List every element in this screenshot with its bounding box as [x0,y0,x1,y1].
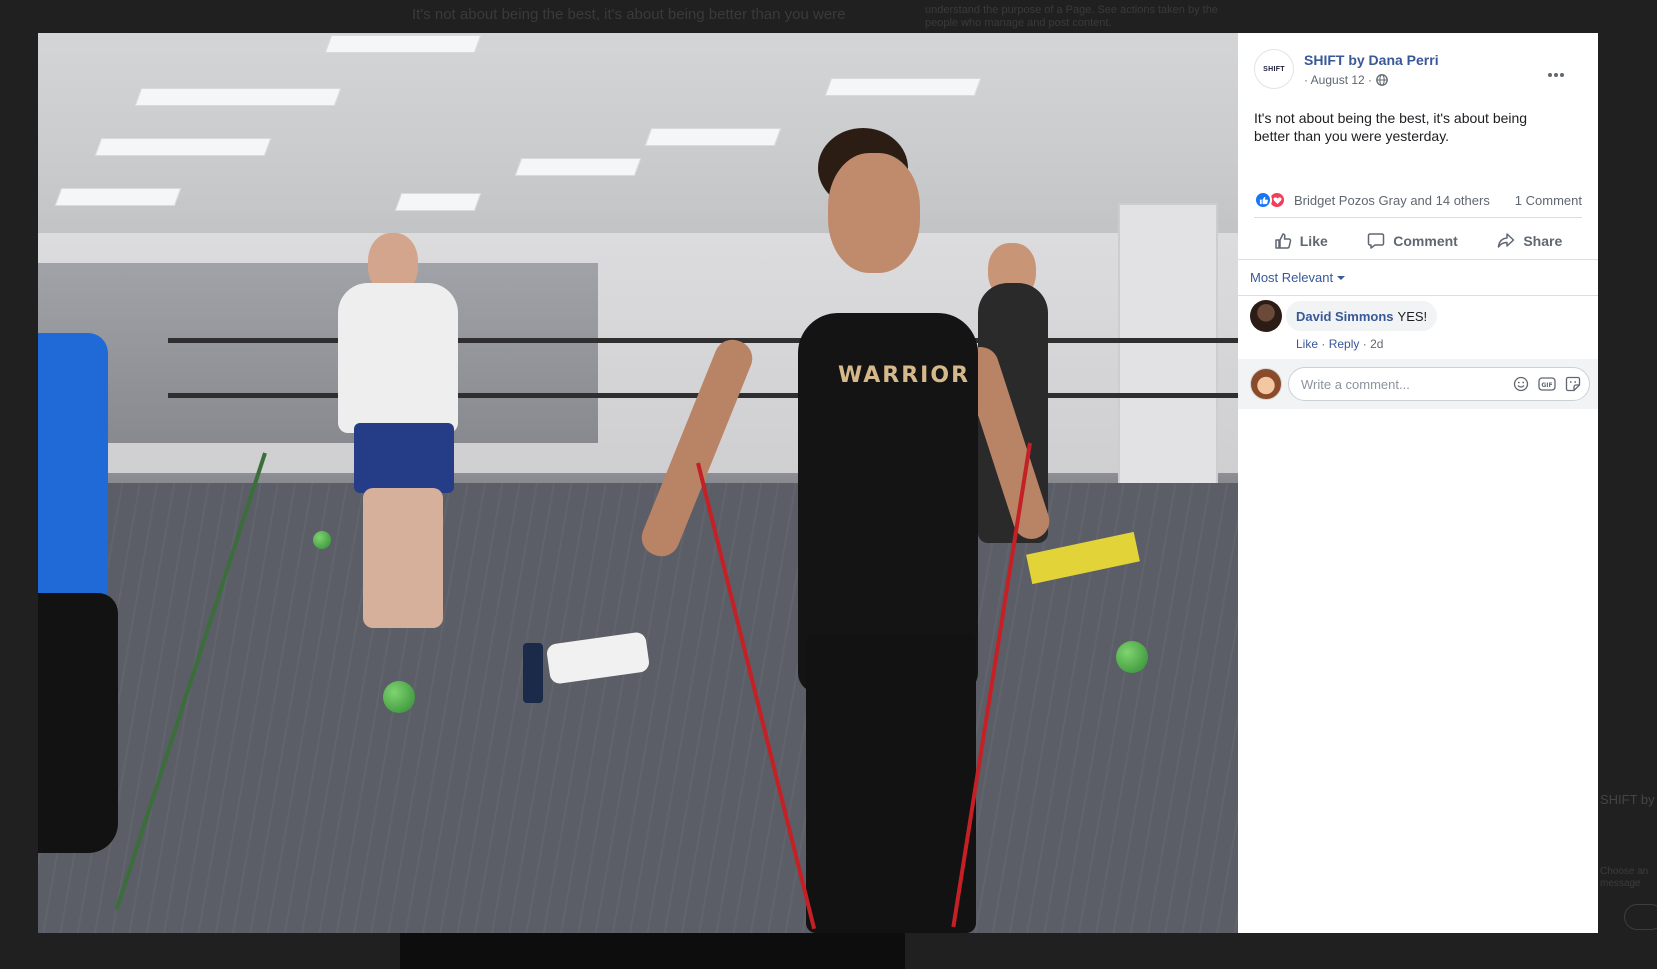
background-right-small: Choose an message [1600,866,1649,889]
background-right-text: SHIFT by [1600,792,1655,807]
page-name-link[interactable]: SHIFT by Dana Perri [1304,52,1439,68]
photo-light [644,128,782,146]
like-label: Like [1299,233,1328,249]
like-button[interactable]: Like [1268,225,1334,257]
divider [1238,295,1598,296]
background-right-button [1624,904,1657,930]
photo-light [54,188,182,206]
photo-light [394,193,482,211]
share-button[interactable]: Share [1491,225,1568,257]
post-actions: Like Comment Share [1254,223,1582,259]
photo-water-bottle [523,643,543,703]
sticker-icon[interactable] [1564,376,1582,392]
photo-shirt-text: WARRIOR [838,363,971,388]
reaction-icons[interactable] [1254,191,1290,209]
photo-man-shirt [338,283,458,433]
comment-reply-link[interactable]: Reply [1329,337,1360,351]
commenter-name-link[interactable]: David Simmons [1296,309,1394,324]
comment-actions: Like · Reply · 2d [1296,337,1384,351]
photo-person-left-legs [38,593,118,853]
background-caption: It's not about being the best, it's abou… [412,6,846,23]
reactors-text[interactable]: Bridget Pozos Gray and 14 others [1294,193,1490,208]
gif-icon[interactable]: GIF [1538,376,1556,392]
background-image-strip [400,933,905,969]
photo-person-left [38,333,108,603]
photo-light [514,158,642,176]
photo-medicine-ball [383,681,415,713]
photo-light [324,35,482,53]
background-info-text: understand the purpose of a Page. See ac… [925,4,1218,29]
composer-icons: GIF [1512,376,1582,392]
post-photo[interactable]: WARRIOR [38,33,1238,933]
comment-text: YES! [1397,308,1428,324]
post-sidebar: SHIFT SHIFT by Dana Perri · August 12 · … [1238,33,1598,933]
photo-man-legs [363,488,443,628]
share-label: Share [1523,233,1563,249]
thumbs-up-icon [1275,233,1292,249]
comment-button[interactable]: Comment [1361,225,1464,257]
post-text: It's not about being the best, it's abou… [1254,110,1528,144]
speech-bubble-icon [1368,233,1385,249]
current-user-avatar [1250,368,1282,400]
reactions-summary: Bridget Pozos Gray and 14 others 1 Comme… [1254,190,1582,210]
post-header: SHIFT SHIFT by Dana Perri · August 12 · [1254,49,1584,89]
divider [1254,217,1582,218]
photo-light [94,138,272,156]
post-date[interactable]: · August 12 · [1304,73,1372,87]
photo-light [134,88,342,106]
comment-label: Comment [1393,233,1458,249]
divider [1238,259,1598,260]
comment-count-link[interactable]: 1 Comment [1515,193,1582,208]
svg-text:GIF: GIF [1541,382,1552,389]
photo-ballet-barre [168,338,1238,343]
photo-trainer-head [828,153,920,273]
comment-bubble: David Simmons YES! [1286,301,1438,331]
comment-composer: GIF [1238,359,1598,409]
photo-lightbox: WARRIOR SHIFT SHIFT by Dana Perri · Augu… [38,33,1598,933]
globe-icon [1376,74,1388,86]
photo-mirror [38,263,598,443]
photo-medicine-ball [313,531,331,549]
page-logo-text: SHIFT [1263,65,1285,73]
smiley-icon[interactable] [1512,376,1530,392]
comment-like-link[interactable]: Like [1296,337,1318,351]
post-meta: · August 12 · [1304,73,1388,87]
comment-age[interactable]: 2d [1370,337,1383,351]
photo-medicine-ball [1116,641,1148,673]
sort-label: Most Relevant [1250,270,1334,285]
photo-light [824,78,982,96]
commenter-avatar[interactable] [1250,300,1282,332]
page-avatar[interactable]: SHIFT [1254,49,1294,89]
caret-down-icon [1337,276,1346,280]
more-options-icon[interactable] [1544,67,1568,83]
comment-item: David Simmons YES! Like · Reply · 2d [1250,300,1580,360]
photo-man-shorts [354,423,454,493]
comment-sort-dropdown[interactable]: Most Relevant [1250,270,1346,285]
like-reaction-icon [1254,191,1272,209]
share-arrow-icon [1498,233,1515,248]
photo-trainer-legs [806,633,976,933]
